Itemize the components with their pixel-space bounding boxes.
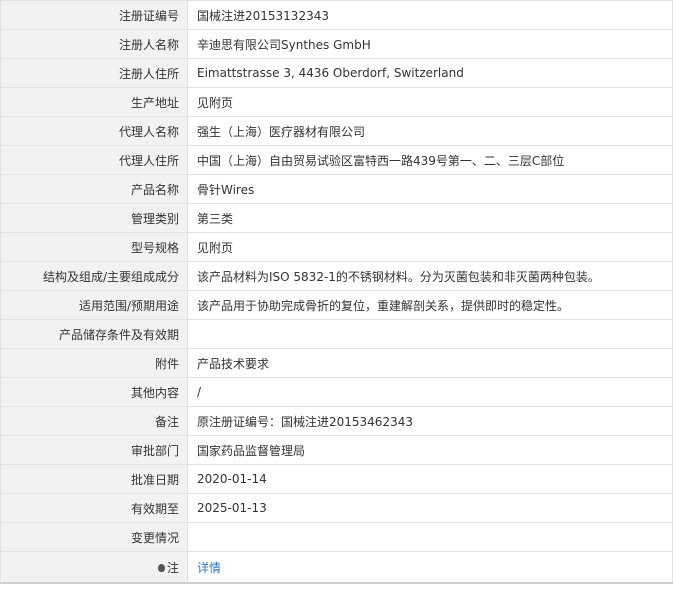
table-row: 审批部门 国家药品监督管理局 bbox=[0, 435, 673, 465]
row-label: 代理人住所 bbox=[0, 145, 188, 175]
table-row: 代理人住所 中国（上海）自由贸易试验区富特西一路439号第一、二、三层C部位 bbox=[0, 145, 673, 175]
table-row: 有效期至 2025-01-13 bbox=[0, 493, 673, 523]
row-label: 其他内容 bbox=[0, 377, 188, 407]
row-value: 中国（上海）自由贸易试验区富特西一路439号第一、二、三层C部位 bbox=[187, 145, 673, 175]
lightbulb-icon bbox=[157, 563, 165, 572]
table-row: 备注 原注册证编号：国械注进20153462343 bbox=[0, 406, 673, 436]
row-value: 产品技术要求 bbox=[187, 348, 673, 378]
details-link[interactable]: 详情 bbox=[197, 561, 221, 575]
row-label: 产品名称 bbox=[0, 174, 188, 204]
note-label: 注 bbox=[166, 560, 179, 575]
row-label: 审批部门 bbox=[0, 435, 188, 465]
row-value: 原注册证编号：国械注进20153462343 bbox=[187, 406, 673, 436]
bottom-divider bbox=[0, 582, 673, 584]
table-row: 代理人名称 强生（上海）医疗器材有限公司 bbox=[0, 116, 673, 146]
row-value bbox=[187, 319, 673, 349]
row-label: 结构及组成/主要组成成分 bbox=[0, 261, 188, 291]
row-label: 适用范围/预期用途 bbox=[0, 290, 188, 320]
row-label: 有效期至 bbox=[0, 493, 188, 523]
table-row: 管理类别 第三类 bbox=[0, 203, 673, 233]
row-value: 见附页 bbox=[187, 87, 673, 117]
note-value-cell: 详情 bbox=[187, 551, 673, 583]
row-value: 2020-01-14 bbox=[187, 464, 673, 494]
row-value: 该产品材料为ISO 5832-1的不锈钢材料。分为灭菌包装和非灭菌两种包装。 bbox=[187, 261, 673, 291]
row-value: 该产品用于协助完成骨折的复位，重建解剖关系，提供即时的稳定性。 bbox=[187, 290, 673, 320]
table-row: 注册证编号 国械注进20153132343 bbox=[0, 0, 673, 30]
table-row: 附件 产品技术要求 bbox=[0, 348, 673, 378]
row-label: 注册证编号 bbox=[0, 0, 188, 30]
table-row: 型号规格 见附页 bbox=[0, 232, 673, 262]
row-label: 生产地址 bbox=[0, 87, 188, 117]
row-label: 批准日期 bbox=[0, 464, 188, 494]
row-label: 注册人名称 bbox=[0, 29, 188, 59]
row-label: 注册人住所 bbox=[0, 58, 188, 88]
row-value: 国家药品监督管理局 bbox=[187, 435, 673, 465]
table-row: 变更情况 bbox=[0, 522, 673, 552]
row-label: 变更情况 bbox=[0, 522, 188, 552]
registration-detail-table: 注册证编号 国械注进20153132343 注册人名称 辛迪思有限公司Synth… bbox=[0, 0, 673, 583]
note-row: 注 详情 bbox=[0, 551, 673, 583]
row-value: 见附页 bbox=[187, 232, 673, 262]
table-row: 注册人住所 Eimattstrasse 3, 4436 Oberdorf, Sw… bbox=[0, 58, 673, 88]
table-row: 注册人名称 辛迪思有限公司Synthes GmbH bbox=[0, 29, 673, 59]
row-value: 2025-01-13 bbox=[187, 493, 673, 523]
row-value: / bbox=[187, 377, 673, 407]
row-label: 型号规格 bbox=[0, 232, 188, 262]
row-value: 第三类 bbox=[187, 203, 673, 233]
table-row: 产品名称 骨针Wires bbox=[0, 174, 673, 204]
table-row: 产品储存条件及有效期 bbox=[0, 319, 673, 349]
row-value: 强生（上海）医疗器材有限公司 bbox=[187, 116, 673, 146]
table-row: 适用范围/预期用途 该产品用于协助完成骨折的复位，重建解剖关系，提供即时的稳定性… bbox=[0, 290, 673, 320]
table-row: 结构及组成/主要组成成分 该产品材料为ISO 5832-1的不锈钢材料。分为灭菌… bbox=[0, 261, 673, 291]
row-value: 国械注进20153132343 bbox=[187, 0, 673, 30]
row-label: 管理类别 bbox=[0, 203, 188, 233]
row-value: Eimattstrasse 3, 4436 Oberdorf, Switzerl… bbox=[187, 58, 673, 88]
row-value bbox=[187, 522, 673, 552]
table-row: 其他内容 / bbox=[0, 377, 673, 407]
row-value: 辛迪思有限公司Synthes GmbH bbox=[187, 29, 673, 59]
table-row: 生产地址 见附页 bbox=[0, 87, 673, 117]
row-value: 骨针Wires bbox=[187, 174, 673, 204]
note-label-cell: 注 bbox=[0, 551, 188, 583]
row-label: 代理人名称 bbox=[0, 116, 188, 146]
row-label: 备注 bbox=[0, 406, 188, 436]
row-label: 产品储存条件及有效期 bbox=[0, 319, 188, 349]
table-row: 批准日期 2020-01-14 bbox=[0, 464, 673, 494]
row-label: 附件 bbox=[0, 348, 188, 378]
